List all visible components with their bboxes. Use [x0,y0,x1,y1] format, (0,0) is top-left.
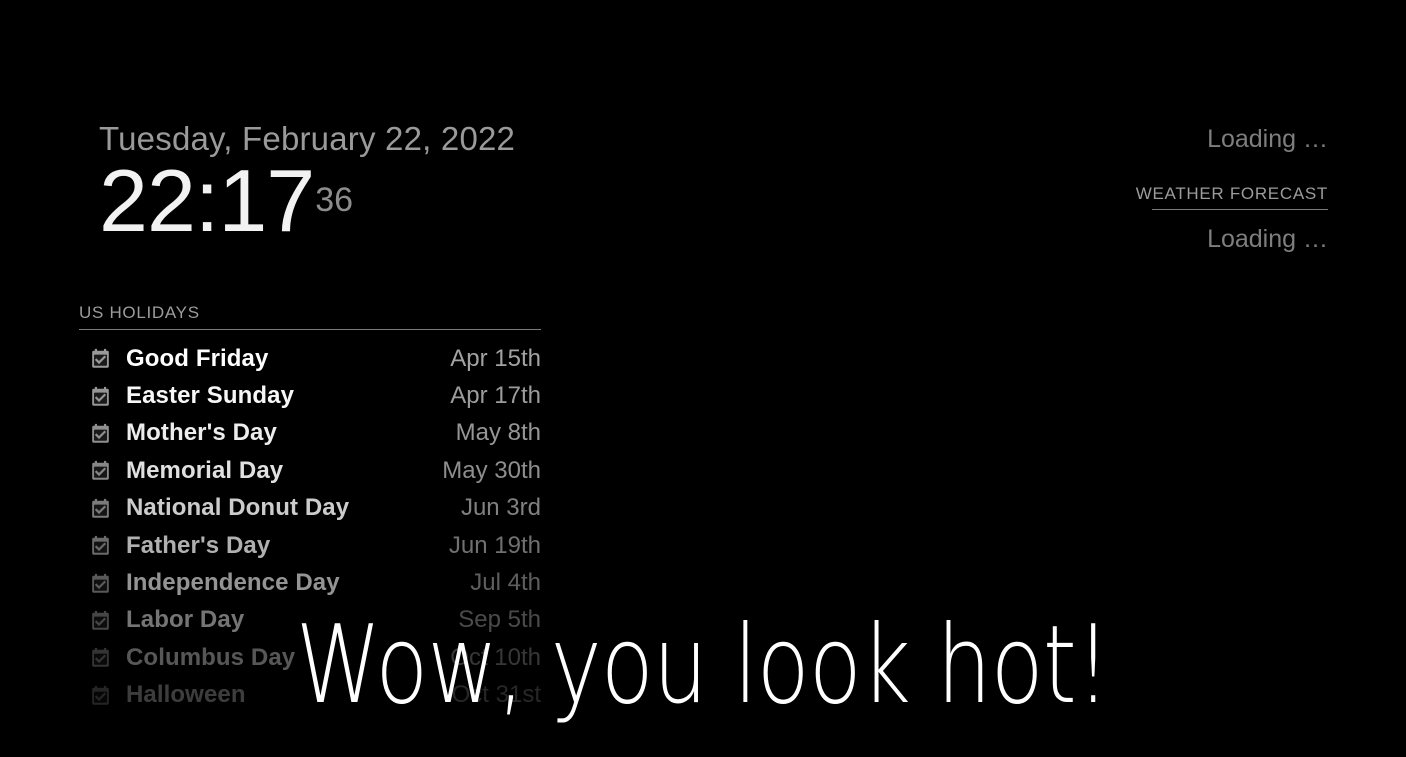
calendar-check-icon [92,498,109,518]
holiday-name: Independence Day [126,569,340,597]
calendar-check-icon [92,349,109,368]
calendar-check-icon [92,386,109,406]
holiday-date: Oct 10th [450,643,541,671]
calendar-check-icon [92,610,109,630]
holiday-name: National Donut Day [126,494,350,522]
holiday-name: Halloween [126,681,246,709]
holiday-name: Labor Day [126,606,245,634]
holiday-row[interactable]: Easter Sunday Apr 17th [79,377,541,414]
holiday-row[interactable]: Columbus Day Oct 10th [79,639,541,676]
calendar-check-icon [92,685,109,705]
time-seconds: 36 [315,180,354,219]
calendar-check-icon [92,423,109,443]
holiday-date: Jul 4th [470,569,541,597]
calendar-check-icon [92,648,109,667]
holiday-name: Father's Day [126,531,271,559]
time-hours-minutes: 22:17 [99,151,315,250]
holiday-date: Sep 5th [458,606,541,634]
holiday-row[interactable]: Halloween Oct 31st [79,677,541,714]
clock-panel: Tuesday, February 22, 2022 22:1736 [99,122,515,245]
holidays-divider [79,329,541,330]
holiday-row[interactable]: National Donut Day Jun 3rd [79,490,541,527]
holiday-date: Jun 3rd [460,494,541,522]
holiday-date: May 8th [455,419,541,447]
current-weather-status: Loading … [1207,125,1328,153]
holiday-name: Mother's Day [126,419,277,447]
holiday-name: Good Friday [126,344,269,372]
holiday-row[interactable]: Memorial Day May 30th [79,452,541,489]
holiday-row[interactable]: Labor Day Sep 5th [79,602,541,639]
holiday-date: Oct 31st [451,681,541,709]
holiday-name: Columbus Day [126,643,296,671]
holiday-date: Apr 17th [450,382,541,410]
holiday-name: Easter Sunday [126,382,295,410]
holiday-date: May 30th [442,456,541,484]
holidays-list: Good Friday Apr 15th Easter Sunday Apr 17th… [79,340,541,714]
calendar-check-icon [92,461,109,481]
current-time: 22:1736 [99,157,515,245]
holiday-row[interactable]: Father's Day Jun 19th [79,527,541,564]
weather-divider [1152,209,1328,211]
calendar-check-icon [92,536,109,555]
holiday-row[interactable]: Good Friday Apr 15th [79,340,541,377]
calendar-check-icon [92,573,109,593]
holiday-date: Apr 15th [450,344,541,372]
holiday-row[interactable]: Independence Day Jul 4th [79,564,541,601]
holiday-row[interactable]: Mother's Day May 8th [79,415,541,452]
holidays-header: US HOLIDAYS [79,303,200,322]
weather-forecast-status: Loading … [1207,225,1328,254]
holidays-panel: US HOLIDAYS Good Friday Apr 15th Easter Su… [79,303,541,714]
holiday-name: Memorial Day [126,456,284,484]
holiday-date: Jun 19th [448,531,541,559]
weather-panel: Loading … WEATHER FORECAST Loading … [1068,124,1328,256]
weather-forecast-header: WEATHER FORECAST [1135,184,1328,204]
